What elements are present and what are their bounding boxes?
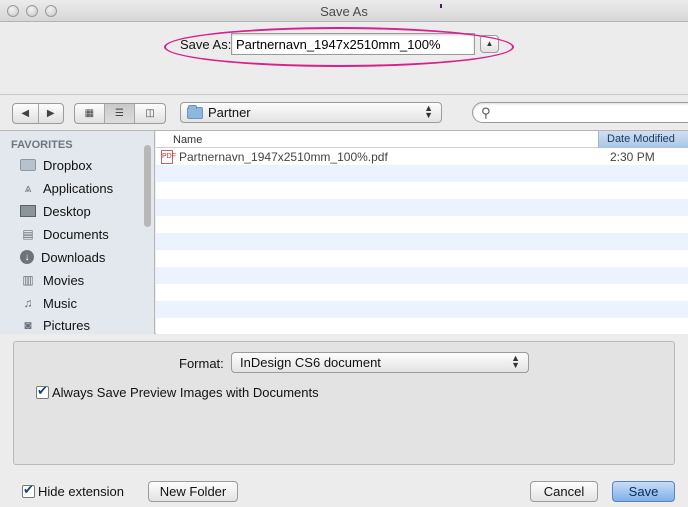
new-folder-button[interactable]: New Folder — [148, 481, 238, 502]
desktop-icon — [20, 205, 36, 217]
save-as-label: Save As: — [180, 37, 232, 52]
sidebar-item-applications[interactable]: ⩓ Applications — [20, 177, 114, 199]
documents-icon: ▤ — [22, 227, 34, 241]
forward-button[interactable]: ▶ — [39, 104, 64, 123]
window-title: Save As — [320, 4, 368, 19]
sidebar-item-music[interactable]: ♫ Music — [20, 292, 77, 314]
sidebar-item-label: Applications — [43, 180, 114, 196]
location-popup[interactable]: Partner ▲ ▼ — [180, 102, 442, 123]
view-mode-control: ▦ ☰ ◫ — [74, 103, 166, 124]
title-bar: Save As — [0, 0, 688, 22]
save-dialog: Save As Save As: ▲ ◀ ▶ ▦ ☰ ◫ Partner ▲▼ … — [0, 0, 688, 507]
sidebar-item-desktop[interactable]: Desktop — [20, 200, 91, 222]
filename-input[interactable] — [231, 33, 475, 55]
sidebar-scrollbar[interactable] — [144, 145, 151, 227]
empty-row — [156, 267, 688, 284]
sidebar-heading: FAVORITES — [11, 139, 73, 151]
file-date: 2:30 PM — [610, 150, 655, 164]
sidebar-item-label: Downloads — [41, 249, 106, 265]
sidebar-item-label: Documents — [43, 226, 109, 242]
list-view-button[interactable]: ☰ — [104, 104, 136, 123]
empty-row — [156, 165, 688, 182]
file-row[interactable]: PDF Partnernavn_1947x2510mm_100%.pdf 2:3… — [156, 148, 688, 165]
preview-option[interactable]: Always Save Preview Images with Document… — [36, 383, 319, 400]
pictures-icon: ◙ — [24, 318, 32, 332]
sidebar-item-label: Dropbox — [43, 157, 93, 173]
icon-view-button[interactable]: ▦ — [75, 104, 105, 123]
save-button[interactable]: Save — [612, 481, 675, 502]
music-icon: ♫ — [23, 296, 33, 310]
empty-row — [156, 216, 688, 233]
file-browser: FAVORITES Dropbox ⩓ Applications Desktop… — [0, 130, 688, 334]
cancel-button[interactable]: Cancel — [530, 481, 598, 502]
location-label: Partner — [208, 105, 251, 120]
icon-view-icon: ▦ — [84, 108, 95, 119]
back-button[interactable]: ◀ — [13, 104, 39, 123]
back-arrow-icon: ◀ — [21, 108, 30, 119]
date-modified-column-header[interactable]: Date Modified — [598, 131, 688, 148]
sidebar-item-downloads[interactable]: ↓ Downloads — [20, 246, 105, 268]
sidebar-item-movies[interactable]: ▥ Movies — [20, 269, 84, 291]
back-forward-control: ◀ ▶ — [12, 103, 64, 124]
hide-extension-checkbox[interactable] — [22, 482, 35, 498]
preview-checkbox[interactable] — [36, 383, 49, 399]
sidebar-item-label: Movies — [43, 272, 85, 288]
empty-row — [156, 182, 688, 199]
file-list: Name Date Modified PDF Partnernavn_1947x… — [156, 131, 688, 334]
search-field[interactable]: ⚲ — [472, 102, 688, 123]
sidebar-item-label: Pictures — [43, 317, 90, 333]
empty-row — [156, 301, 688, 318]
format-label: Format: — [179, 356, 224, 371]
column-view-button[interactable]: ◫ — [135, 104, 165, 123]
applications-icon: ⩓ — [24, 180, 32, 195]
sidebar-item-label: Music — [43, 295, 77, 311]
list-view-icon: ☰ — [115, 108, 124, 119]
format-popup[interactable]: InDesign CS6 document ▲ ▼ — [231, 352, 529, 373]
empty-row — [156, 318, 688, 334]
popup-arrows-icon: ▲ ▼ — [511, 353, 520, 370]
column-header: Name Date Modified — [156, 131, 688, 148]
name-column-header[interactable]: Name — [173, 134, 202, 146]
hide-extension-label: Hide extension — [38, 484, 124, 499]
movies-icon: ▥ — [22, 273, 34, 287]
file-name: PDF Partnernavn_1947x2510mm_100%.pdf — [161, 150, 388, 164]
empty-row — [156, 284, 688, 301]
downloads-icon: ↓ — [20, 250, 34, 264]
forward-arrow-icon: ▶ — [46, 108, 55, 119]
cursor-mark — [440, 4, 442, 8]
column-view-icon: ◫ — [145, 108, 155, 119]
popup-arrows-icon: ▲ ▼ — [424, 103, 433, 120]
empty-row — [156, 233, 688, 250]
pdf-file-icon: PDF — [161, 150, 176, 164]
expand-dialog-button[interactable]: ▲ — [480, 35, 499, 53]
options-panel: Format: InDesign CS6 document ▲▼ Always … — [13, 341, 675, 465]
preview-label: Always Save Preview Images with Document… — [52, 385, 319, 400]
format-value: InDesign CS6 document — [240, 355, 381, 370]
bottom-bar: Hide extension New Folder Cancel Save — [0, 472, 688, 507]
folder-icon — [187, 104, 203, 119]
hide-extension-option[interactable]: Hide extension — [22, 482, 124, 499]
sidebar-item-pictures[interactable]: ◙ Pictures — [20, 314, 90, 334]
sidebar-item-documents[interactable]: ▤ Documents — [20, 223, 109, 245]
sidebar-item-label: Desktop — [43, 203, 91, 219]
empty-row — [156, 250, 688, 267]
search-icon: ⚲ — [481, 105, 491, 120]
empty-row — [156, 199, 688, 216]
sidebar: FAVORITES Dropbox ⩓ Applications Desktop… — [0, 131, 155, 334]
folder-icon — [20, 159, 36, 171]
file-name-label: Partnernavn_1947x2510mm_100%.pdf — [179, 150, 388, 164]
sidebar-item-dropbox[interactable]: Dropbox — [20, 154, 92, 176]
